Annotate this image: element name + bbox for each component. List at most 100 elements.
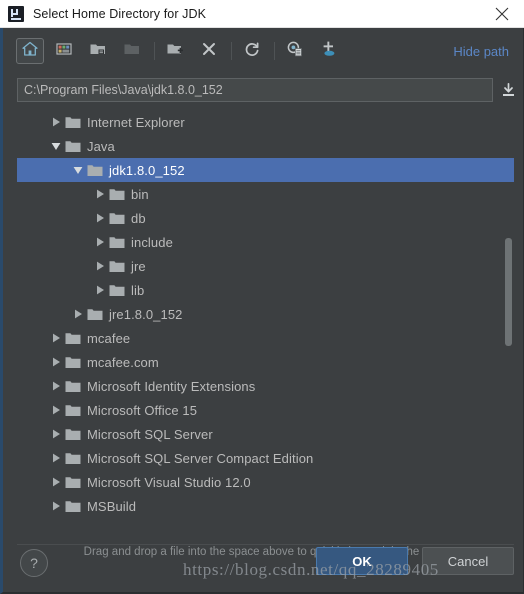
folder-icon xyxy=(65,470,82,494)
title-bar: Select Home Directory for JDK xyxy=(0,0,524,28)
home-icon xyxy=(21,40,39,63)
folder-icon xyxy=(109,254,126,278)
folder-icon xyxy=(65,446,82,470)
download-icon[interactable] xyxy=(493,78,523,102)
chevron-right-icon[interactable] xyxy=(47,422,65,446)
chevron-down-icon[interactable] xyxy=(69,158,87,182)
tree-row[interactable]: db xyxy=(17,206,514,230)
tree-row[interactable]: MSBuild xyxy=(17,494,514,518)
tree-row-label: lib xyxy=(131,282,145,298)
tree-row-label: Microsoft SQL Server Compact Edition xyxy=(87,450,314,466)
tree-row-label: Microsoft SQL Server xyxy=(87,426,213,442)
up-directory-button xyxy=(118,38,146,64)
folder-icon xyxy=(65,110,82,134)
directory-tree[interactable]: Internet Explorer Java jdk1.8.0_152bin db in… xyxy=(17,110,514,544)
tree-row[interactable]: bin xyxy=(17,182,514,206)
tree-row-label: jdk1.8.0_152 xyxy=(109,162,185,178)
dialog-body: Hide path C:\Program Files\Java\jdk1.8.0… xyxy=(0,28,524,594)
new-folder-icon xyxy=(166,40,184,63)
tree-row[interactable]: include xyxy=(17,230,514,254)
folder-icon xyxy=(109,206,126,230)
tree-row[interactable]: jdk1.8.0_152 xyxy=(17,158,514,182)
tree-row[interactable]: jre1.8.0_152 xyxy=(17,302,514,326)
folder-icon xyxy=(87,302,104,326)
tree-row-label: db xyxy=(131,210,146,226)
help-button[interactable]: ? xyxy=(20,549,48,577)
folder-drive-icon xyxy=(89,40,107,63)
file-chooser-toolbar: Hide path xyxy=(3,28,523,74)
window-title: Select Home Directory for JDK xyxy=(33,6,207,21)
tree-row-label: Internet Explorer xyxy=(87,114,185,130)
folder-icon xyxy=(65,350,82,374)
chevron-right-icon[interactable] xyxy=(47,398,65,422)
chevron-right-icon[interactable] xyxy=(47,110,65,134)
folder-icon xyxy=(65,422,82,446)
delete-x-icon xyxy=(200,40,218,63)
tree-row[interactable]: Microsoft SQL Server Compact Edition xyxy=(17,446,514,470)
tree-row-label: Java xyxy=(87,138,115,154)
dialog-footer: ? OK Cancel xyxy=(3,536,523,592)
add-bookmark-button[interactable] xyxy=(315,38,343,64)
chevron-right-icon[interactable] xyxy=(47,494,65,518)
chevron-right-icon[interactable] xyxy=(47,326,65,350)
tree-row[interactable]: jre xyxy=(17,254,514,278)
cancel-button[interactable]: Cancel xyxy=(422,547,514,575)
toolbar-separator xyxy=(154,42,155,60)
tree-row[interactable]: Microsoft Identity Extensions xyxy=(17,374,514,398)
tree-row[interactable]: Microsoft Visual Studio 12.0 xyxy=(17,470,514,494)
hidden-files-icon xyxy=(286,40,304,63)
delete-button[interactable] xyxy=(195,38,223,64)
tree-row[interactable]: mcafee xyxy=(17,326,514,350)
tree-row-label: Microsoft Office 15 xyxy=(87,402,198,418)
folder-icon xyxy=(87,158,104,182)
chevron-right-icon[interactable] xyxy=(47,470,65,494)
folder-icon xyxy=(65,494,82,518)
folder-icon xyxy=(65,134,82,158)
tree-row[interactable]: Microsoft Office 15 xyxy=(17,398,514,422)
chevron-right-icon[interactable] xyxy=(69,302,87,326)
home-directory-button[interactable] xyxy=(16,38,44,64)
tree-row[interactable]: Java xyxy=(17,134,514,158)
chevron-right-icon[interactable] xyxy=(91,230,109,254)
chevron-right-icon[interactable] xyxy=(91,206,109,230)
tree-scrollbar[interactable] xyxy=(503,110,514,544)
tree-row[interactable]: mcafee.com xyxy=(17,350,514,374)
chevron-right-icon[interactable] xyxy=(91,182,109,206)
tree-row-label: Microsoft Identity Extensions xyxy=(87,378,256,394)
tree-row-label: bin xyxy=(131,186,149,202)
toolbar-separator-2 xyxy=(231,42,232,60)
chevron-down-icon[interactable] xyxy=(47,134,65,158)
toolbar-separator-3 xyxy=(274,42,275,60)
close-icon[interactable] xyxy=(480,0,524,28)
folder-icon xyxy=(65,326,82,350)
folder-icon xyxy=(109,230,126,254)
folder-icon xyxy=(65,398,82,422)
chevron-right-icon[interactable] xyxy=(47,446,65,470)
chevron-right-icon[interactable] xyxy=(47,374,65,398)
new-folder-button[interactable] xyxy=(161,38,189,64)
tree-row-label: jre1.8.0_152 xyxy=(109,306,183,322)
show-hidden-files-button[interactable] xyxy=(281,38,309,64)
tree-row[interactable]: lib xyxy=(17,278,514,302)
tree-row[interactable]: Microsoft SQL Server xyxy=(17,422,514,446)
ok-button[interactable]: OK xyxy=(316,547,408,575)
chevron-right-icon[interactable] xyxy=(91,254,109,278)
chevron-right-icon[interactable] xyxy=(47,350,65,374)
path-row: C:\Program Files\Java\jdk1.8.0_152 xyxy=(3,74,523,106)
refresh-button[interactable] xyxy=(238,38,266,64)
chevron-right-icon[interactable] xyxy=(91,278,109,302)
desktop-icon xyxy=(55,40,73,63)
tree-row-label: MSBuild xyxy=(87,498,137,514)
hide-path-link[interactable]: Hide path xyxy=(453,44,509,59)
tree-row[interactable]: Internet Explorer xyxy=(17,110,514,134)
add-plus-icon xyxy=(320,40,338,63)
tree-scrollbar-thumb[interactable] xyxy=(505,238,512,346)
refresh-icon xyxy=(243,40,261,63)
path-input[interactable]: C:\Program Files\Java\jdk1.8.0_152 xyxy=(17,78,493,102)
tree-row-label: jre xyxy=(131,258,146,274)
desktop-directory-button[interactable] xyxy=(50,38,78,64)
intellij-idea-logo xyxy=(8,5,24,22)
tree-row-label: mcafee xyxy=(87,330,131,346)
folder-up-icon xyxy=(123,40,141,63)
project-directory-button[interactable] xyxy=(84,38,112,64)
